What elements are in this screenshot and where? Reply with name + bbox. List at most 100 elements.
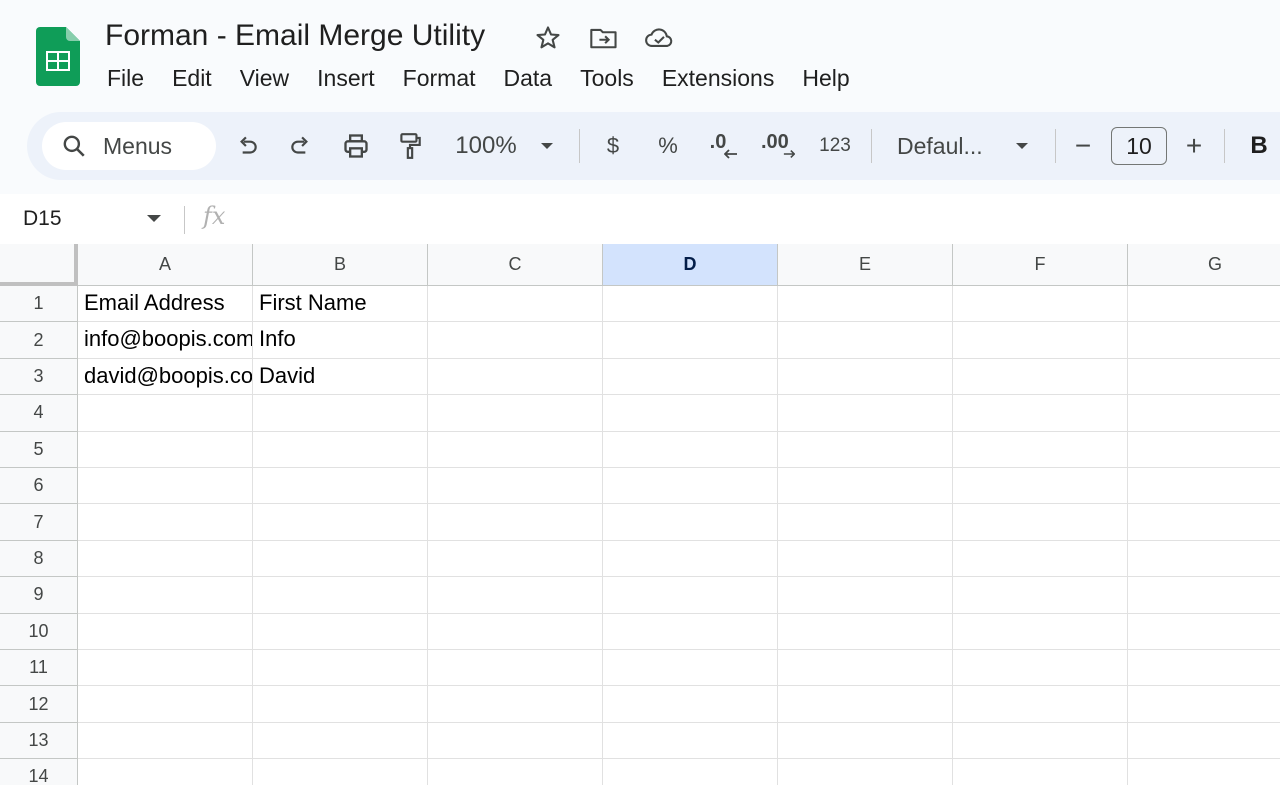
cell-a1[interactable]: Email Address: [78, 286, 253, 323]
cell-g7[interactable]: [1128, 504, 1280, 541]
row-header-5[interactable]: 5: [0, 431, 78, 468]
cell-f11[interactable]: [953, 650, 1128, 687]
cell-g3[interactable]: [1128, 358, 1280, 396]
cell-g2[interactable]: [1128, 322, 1280, 359]
cell-e3[interactable]: [778, 358, 953, 396]
row-header-11[interactable]: 11: [0, 650, 78, 687]
cell-a5[interactable]: [78, 431, 253, 468]
cell-b4[interactable]: [253, 395, 428, 432]
cell-d2[interactable]: [603, 322, 778, 359]
column-header-d[interactable]: D: [603, 244, 778, 286]
cell-b14[interactable]: [253, 759, 428, 785]
cell-e11[interactable]: [778, 650, 953, 687]
cell-a6[interactable]: [78, 468, 253, 505]
cell-d3[interactable]: [603, 358, 778, 396]
cell-f2[interactable]: [953, 322, 1128, 359]
cell-g6[interactable]: [1128, 468, 1280, 505]
cell-e12[interactable]: [778, 686, 953, 723]
cell-a14[interactable]: [78, 759, 253, 785]
row-header-12[interactable]: 12: [0, 686, 78, 723]
row-header-2[interactable]: 2: [0, 322, 78, 359]
cell-a3[interactable]: david@boopis.com: [78, 358, 253, 396]
cell-d10[interactable]: [603, 613, 778, 650]
cell-b3[interactable]: David: [253, 358, 428, 396]
cell-d14[interactable]: [603, 759, 778, 785]
menu-view[interactable]: View: [228, 61, 301, 95]
cell-a12[interactable]: [78, 686, 253, 723]
cell-e4[interactable]: [778, 395, 953, 432]
row-header-7[interactable]: 7: [0, 504, 78, 541]
menu-data[interactable]: Data: [492, 61, 565, 95]
star-icon[interactable]: [530, 22, 566, 54]
row-header-8[interactable]: 8: [0, 540, 78, 578]
row-header-1[interactable]: 1: [0, 286, 78, 323]
cell-b5[interactable]: [253, 431, 428, 468]
column-header-g[interactable]: G: [1128, 244, 1280, 286]
cell-f7[interactable]: [953, 504, 1128, 541]
cell-g8[interactable]: [1128, 540, 1280, 578]
font-size-input[interactable]: 10: [1111, 127, 1167, 165]
cell-f4[interactable]: [953, 395, 1128, 432]
cell-a4[interactable]: [78, 395, 253, 432]
percent-format-button[interactable]: %: [653, 126, 683, 166]
cell-d5[interactable]: [603, 431, 778, 468]
cell-e13[interactable]: [778, 722, 953, 760]
column-header-c[interactable]: C: [428, 244, 603, 286]
column-header-f[interactable]: F: [953, 244, 1128, 286]
cell-a2[interactable]: info@boopis.com: [78, 322, 253, 359]
decrease-decimal-button[interactable]: .0: [707, 126, 743, 166]
cell-g12[interactable]: [1128, 686, 1280, 723]
cell-d6[interactable]: [603, 468, 778, 505]
row-header-4[interactable]: 4: [0, 395, 78, 432]
cell-a8[interactable]: [78, 540, 253, 578]
cell-c7[interactable]: [428, 504, 603, 541]
cell-d12[interactable]: [603, 686, 778, 723]
cell-e5[interactable]: [778, 431, 953, 468]
cell-f13[interactable]: [953, 722, 1128, 760]
cell-b13[interactable]: [253, 722, 428, 760]
cell-b10[interactable]: [253, 613, 428, 650]
column-header-e[interactable]: E: [778, 244, 953, 286]
cell-c9[interactable]: [428, 577, 603, 614]
name-box[interactable]: D15: [23, 205, 62, 233]
cell-c14[interactable]: [428, 759, 603, 785]
zoom-select[interactable]: 100%: [451, 126, 521, 166]
cell-g5[interactable]: [1128, 431, 1280, 468]
cloud-saved-icon[interactable]: [642, 22, 678, 54]
cell-c2[interactable]: [428, 322, 603, 359]
zoom-dropdown[interactable]: [535, 126, 559, 166]
menu-tools[interactable]: Tools: [568, 61, 646, 95]
cell-f8[interactable]: [953, 540, 1128, 578]
cell-c12[interactable]: [428, 686, 603, 723]
cell-c4[interactable]: [428, 395, 603, 432]
cell-f10[interactable]: [953, 613, 1128, 650]
cell-f3[interactable]: [953, 358, 1128, 396]
bold-button[interactable]: B: [1247, 126, 1271, 166]
cell-b8[interactable]: [253, 540, 428, 578]
cell-d11[interactable]: [603, 650, 778, 687]
redo-button[interactable]: [284, 126, 318, 166]
menu-insert[interactable]: Insert: [305, 61, 387, 95]
increase-font-size-button[interactable]: +: [1180, 126, 1208, 166]
cell-a13[interactable]: [78, 722, 253, 760]
sheets-logo-icon[interactable]: [36, 27, 80, 86]
cell-d4[interactable]: [603, 395, 778, 432]
cell-b2[interactable]: Info: [253, 322, 428, 359]
cell-b11[interactable]: [253, 650, 428, 687]
font-family-dropdown[interactable]: [1010, 126, 1034, 166]
cell-g4[interactable]: [1128, 395, 1280, 432]
cell-b7[interactable]: [253, 504, 428, 541]
cell-e14[interactable]: [778, 759, 953, 785]
menu-edit[interactable]: Edit: [160, 61, 224, 95]
cell-b1[interactable]: First Name: [253, 286, 428, 323]
column-header-b[interactable]: B: [253, 244, 428, 286]
menu-extensions[interactable]: Extensions: [650, 61, 787, 95]
cell-c5[interactable]: [428, 431, 603, 468]
cell-g9[interactable]: [1128, 577, 1280, 614]
cell-g11[interactable]: [1128, 650, 1280, 687]
cell-c11[interactable]: [428, 650, 603, 687]
row-header-10[interactable]: 10: [0, 613, 78, 650]
column-header-a[interactable]: A: [78, 244, 253, 286]
row-header-14[interactable]: 14: [0, 759, 78, 785]
cell-c1[interactable]: [428, 286, 603, 323]
